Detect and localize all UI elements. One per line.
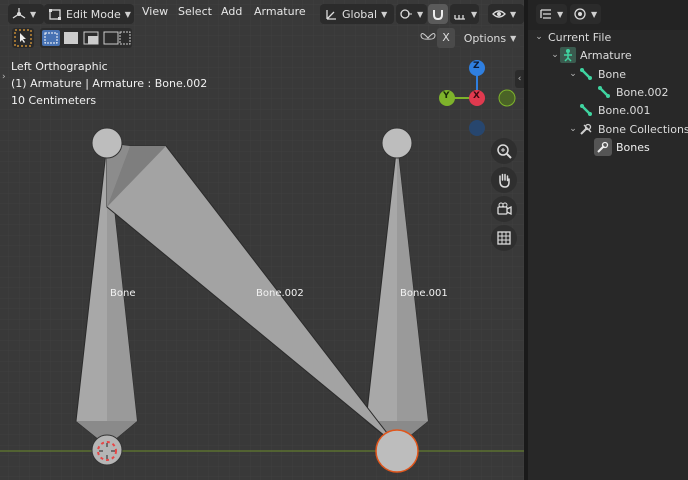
bone-icon — [578, 66, 594, 82]
bone001-head-joint — [381, 127, 413, 159]
magnet-icon — [433, 10, 443, 21]
bone002-tail-joint-selected — [375, 429, 419, 473]
chevron-down-icon: ▼ — [510, 9, 517, 19]
selection-mode-group — [40, 28, 132, 48]
chevron-down-icon: ▼ — [471, 9, 478, 19]
outliner-item-bone-collections[interactable]: ⌄ Bone Collections — [568, 120, 688, 138]
bone001-label: Bone.001 — [400, 288, 448, 299]
menu-select[interactable]: Select — [178, 5, 212, 18]
gizmo-x-label: X — [473, 91, 480, 101]
outliner-item-label: Bone.001 — [598, 103, 651, 117]
grid-scale: 10 Centimeters — [11, 94, 97, 107]
3d-viewport[interactable]: Z Y X Left Orthographic (1) Armature | A… — [0, 0, 524, 480]
snap-toggle[interactable] — [428, 4, 448, 24]
camera-view-button[interactable] — [491, 196, 517, 222]
chevron-down-icon: ▼ — [417, 9, 424, 19]
outliner-item-label: Bones — [616, 140, 650, 154]
outliner-item-label: Bone Collections — [598, 122, 688, 136]
armature-object-icon — [560, 47, 576, 63]
view-name: Left Orthographic — [11, 60, 108, 73]
outliner-editor-type-button[interactable]: ▼ — [536, 4, 567, 24]
select-cursor-icon — [14, 29, 32, 47]
outliner-icon — [540, 9, 551, 19]
bone-head-joint — [91, 127, 123, 159]
outliner-header: ▼ ▼ — [528, 0, 688, 30]
options-dropdown[interactable]: Options ▼ — [460, 28, 520, 48]
menu-view[interactable]: View — [142, 5, 168, 18]
select-extend-icon — [64, 32, 78, 44]
gizmo-neg-y-axis — [498, 89, 516, 107]
expand-chevron-icon[interactable]: ⌄ — [534, 32, 544, 42]
bone002-label: Bone.002 — [256, 288, 304, 299]
outliner-item-label: Bone.002 — [616, 85, 669, 99]
mode-selector[interactable]: Edit Mode ▼ — [44, 4, 134, 24]
expand-chevron-icon[interactable]: ⌄ — [568, 69, 578, 79]
snap-target-button[interactable]: ▼ — [450, 4, 479, 24]
expand-chevron-icon[interactable]: ⌄ — [550, 50, 560, 60]
mirror-x-group: X — [419, 28, 455, 48]
grid-icon — [497, 231, 511, 245]
outliner-item-bones-collection[interactable]: Bones — [594, 138, 650, 156]
gizmo-neg-z-axis — [469, 120, 485, 136]
chevron-down-icon: ▼ — [591, 9, 598, 19]
scenes-icon — [574, 8, 586, 20]
viewport-header: ▼ Edit Mode ▼ View Select Add Armature G… — [0, 0, 524, 28]
pivot-icon — [400, 9, 412, 19]
select-intersect-icon — [119, 31, 131, 45]
menu-add[interactable]: Add — [221, 5, 242, 18]
display-mode-button[interactable]: ▼ — [570, 4, 601, 24]
butterfly-mirror-icon — [420, 33, 436, 40]
bone-collections-icon — [578, 121, 594, 137]
outliner-item-label: Armature — [580, 48, 632, 62]
chevron-down-icon: ▼ — [124, 9, 131, 19]
zoom-icon — [497, 144, 512, 159]
sidebar-expand-icon[interactable]: ‹ — [515, 70, 524, 88]
bone-icon — [578, 102, 594, 118]
outliner-item-bone001[interactable]: Bone.001 — [568, 101, 651, 119]
hand-icon — [499, 173, 510, 188]
outliner-item-label: Bone — [598, 67, 627, 81]
bone-collection-icon — [594, 138, 612, 156]
mode-label: Edit Mode — [66, 7, 121, 21]
outliner-item-label: Current File — [548, 30, 612, 44]
visibility-button[interactable]: ▼ — [488, 4, 524, 24]
chevron-down-icon: ▼ — [557, 9, 564, 19]
edit-mode-icon — [49, 9, 61, 20]
eye-icon — [492, 10, 506, 18]
editor-type-button[interactable]: ▼ — [8, 4, 44, 24]
expand-chevron-icon[interactable]: ⌄ — [568, 124, 578, 134]
orientation-label: Global — [342, 7, 378, 21]
gizmo-y-label: Y — [443, 91, 450, 101]
outliner-item-bone[interactable]: ⌄ Bone — [568, 65, 626, 83]
mirror-x-toggle[interactable]: X — [437, 28, 455, 48]
3d-viewport-icon — [12, 8, 26, 19]
outliner-item-current-file[interactable]: ⌄ Current File — [534, 28, 611, 46]
bone-label: Bone — [110, 288, 136, 299]
chevron-down-icon: ▼ — [510, 33, 517, 43]
select-invert-icon — [103, 31, 119, 45]
chevron-down-icon: ▼ — [30, 9, 37, 19]
outliner-item-armature[interactable]: ⌄ Armature — [550, 46, 632, 64]
snap-increment-icon — [454, 15, 465, 20]
pan-button[interactable] — [491, 167, 517, 193]
select-tool-button[interactable] — [12, 28, 34, 48]
gizmo-z-label: Z — [473, 61, 480, 71]
orientation-icon — [326, 10, 336, 20]
outliner-item-bone002[interactable]: Bone.002 — [586, 83, 669, 101]
chevron-down-icon: ▼ — [381, 9, 388, 19]
bone-icon — [596, 84, 612, 100]
perspective-toggle-button[interactable] — [491, 225, 517, 251]
pivot-point-button[interactable]: ▼ — [396, 4, 427, 24]
options-label: Options — [463, 31, 507, 45]
object-info: (1) Armature | Armature : Bone.002 — [11, 77, 208, 90]
zoom-button[interactable] — [491, 138, 517, 164]
outliner: ▼ ▼ ⌄ Current File ⌄ Armature ⌄ Bone Bon… — [528, 0, 688, 480]
transform-orientation-select[interactable]: Global ▼ — [320, 4, 394, 24]
toolbar-expand-icon[interactable]: › — [2, 72, 6, 82]
menu-armature[interactable]: Armature — [254, 5, 306, 18]
camera-icon — [497, 202, 512, 216]
